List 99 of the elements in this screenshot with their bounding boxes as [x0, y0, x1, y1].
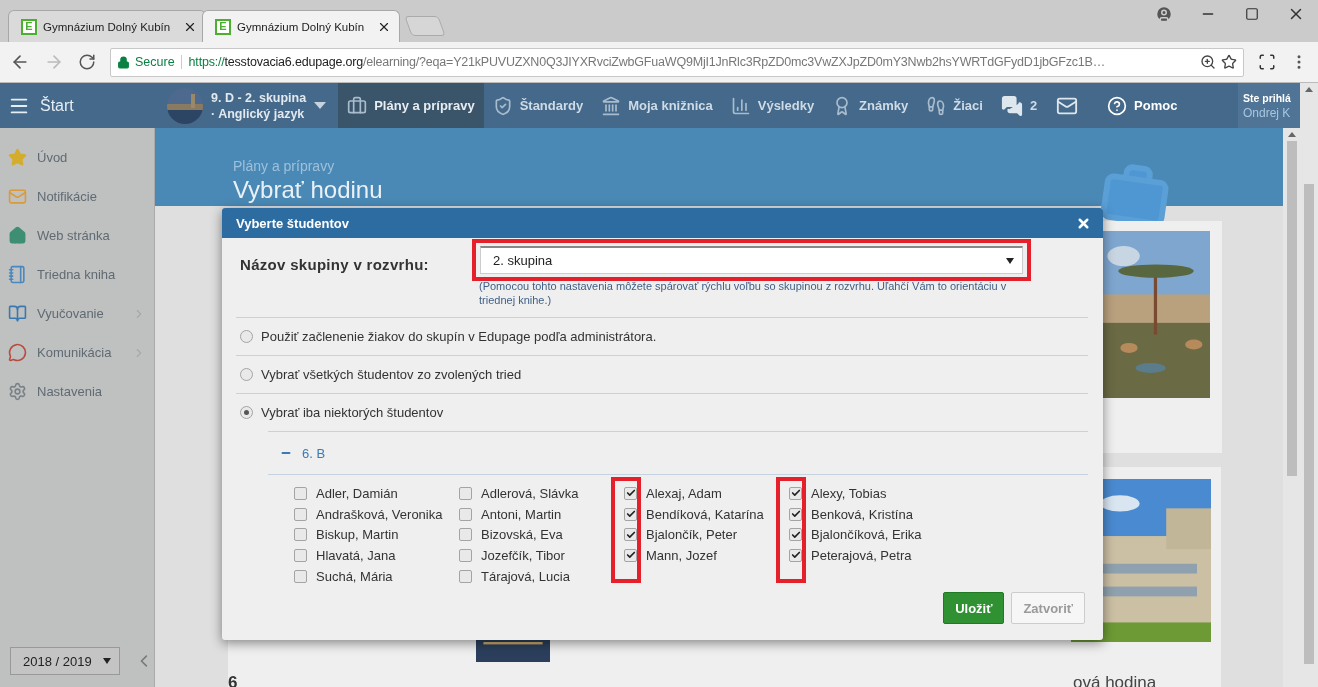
- close-button[interactable]: Zatvoriť: [1011, 592, 1085, 625]
- envelope-icon: [8, 187, 27, 206]
- option-label: Použiť začlenenie žiakov do skupín v Edupage podľa administrátora.: [261, 329, 657, 344]
- checkbox[interactable]: [789, 507, 802, 521]
- caret-icon: [1006, 257, 1014, 264]
- scrollbar[interactable]: [1300, 83, 1318, 687]
- radio-button[interactable]: [240, 368, 253, 381]
- zoom-icon[interactable]: [1200, 54, 1216, 70]
- hint-text: (Pomocou tohto nastavenia môžete spárovať rýchlu voľbu so skupinou z rozvrhu. Uľahčí Vám to orientáciu v triednej knihe.): [478, 279, 1008, 307]
- option-label: Vybrať všetkých študentov zo zvolených tried: [261, 367, 522, 382]
- student-name: Adlerová, Slávka: [481, 485, 579, 501]
- radio-button[interactable]: [240, 406, 253, 419]
- pillared-building-icon: [601, 95, 622, 116]
- checkbox[interactable]: [294, 569, 307, 583]
- gear-icon: [8, 382, 27, 401]
- help-icon: [1107, 95, 1128, 116]
- student-name: Antoni, Martin: [481, 506, 562, 522]
- nav-item[interactable]: Žiaci: [917, 83, 992, 128]
- checkbox[interactable]: [624, 486, 637, 500]
- notebook-icon: [8, 265, 27, 284]
- reload-icon[interactable]: [78, 53, 96, 71]
- browser-tab[interactable]: E Gymnázium Dolný Kubín: [202, 10, 400, 42]
- checkbox[interactable]: [459, 528, 472, 542]
- student-name: Benková, Kristína: [811, 506, 913, 522]
- nav-item[interactable]: Plány a prípravy: [338, 83, 484, 128]
- scroll-up-icon[interactable]: [1287, 132, 1296, 137]
- school-year-select[interactable]: 2018 / 2019: [10, 647, 121, 675]
- caret-icon: [314, 102, 327, 109]
- checkbox[interactable]: [459, 486, 472, 500]
- sidebar-item[interactable]: Triedna kniha: [0, 255, 154, 294]
- star-icon[interactable]: [1221, 54, 1237, 70]
- nav-item[interactable]: Moja knižnica: [592, 83, 722, 128]
- checkbox[interactable]: [624, 528, 637, 542]
- sidebar-item[interactable]: Komunikácia: [0, 333, 154, 372]
- student-name: Suchá, Mária: [316, 568, 393, 584]
- speech-bubble-icon: [8, 343, 27, 362]
- checkbox[interactable]: [624, 548, 637, 562]
- favicon: E: [215, 18, 231, 35]
- option-label: Vybrať iba niektorých študentov: [261, 405, 444, 420]
- group-select[interactable]: 2. skupina: [480, 246, 1023, 274]
- student-name: Jozefčík, Tibor: [481, 547, 565, 563]
- page-title: Vybrať hodinu: [233, 176, 384, 204]
- sidebar-item[interactable]: Nastavenia: [0, 372, 154, 411]
- dialog-header: Vyberte študentov: [222, 208, 1103, 238]
- checkbox[interactable]: [789, 548, 802, 562]
- star-icon: [8, 148, 27, 167]
- checkbox[interactable]: [789, 486, 802, 500]
- class-name[interactable]: 6. B: [302, 445, 326, 461]
- favicon: E: [21, 18, 37, 35]
- lock-icon: [117, 55, 130, 69]
- checkbox[interactable]: [294, 486, 307, 500]
- student-name: Peterajová, Petra: [811, 547, 912, 563]
- checkbox[interactable]: [294, 507, 307, 521]
- chat-bubbles-icon: [1000, 94, 1023, 117]
- briefcase-icon: [347, 95, 368, 116]
- checkbox[interactable]: [789, 528, 802, 542]
- sidebar-item[interactable]: Vyučovanie: [0, 294, 154, 333]
- messages-button[interactable]: 2: [991, 83, 1047, 128]
- checkbox[interactable]: [294, 548, 307, 562]
- bar-chart-icon: [730, 95, 751, 116]
- sidebar-item[interactable]: Notifikácie: [0, 177, 154, 216]
- profile-icon[interactable]: [1155, 5, 1173, 23]
- field-label: Názov skupiny v rozvrhu:: [239, 255, 430, 275]
- save-button[interactable]: Uložiť: [943, 592, 1005, 625]
- page-subtitle: Plány a prípravy: [233, 158, 336, 174]
- nav-item[interactable]: Štandardy: [483, 83, 593, 128]
- help-button[interactable]: Pomoc: [1098, 83, 1187, 128]
- start-menu-button[interactable]: Štart: [0, 83, 155, 128]
- open-book-icon: [8, 304, 27, 323]
- student-name: Adler, Damián: [316, 485, 398, 501]
- course-selector[interactable]: 9. D - 2. skupina · Anglický jazyk: [155, 83, 339, 128]
- sidebar-item[interactable]: Úvod: [0, 138, 154, 177]
- maximize-icon[interactable]: [1245, 7, 1259, 21]
- student-name: Bjalončík, Peter: [646, 527, 738, 543]
- student-name: Alexaj, Adam: [646, 485, 722, 501]
- student-name: Bjalončíková, Erika: [811, 527, 922, 543]
- caret-icon: [103, 658, 112, 664]
- checkbox[interactable]: [459, 507, 472, 521]
- checkbox[interactable]: [294, 528, 307, 542]
- address-field[interactable]: Secure https://tesstovacia6.edupage.org/elearning/?eqa=Y21kPUVUZXN0Q3JIYXRvciZwbGFuaWQ9MjI1JnRlc3RpZD0mc3VwZXJpZD0mY3Nwb2hsYWRTdGFydD1jbGFzc1B…: [110, 47, 1244, 77]
- student-name: Hlavatá, Jana: [316, 547, 396, 563]
- house-icon: [8, 226, 27, 245]
- nav-item[interactable]: Známky: [823, 83, 918, 128]
- sidebar-item[interactable]: Web stránka: [0, 216, 154, 255]
- student-name: Alexy, Tobias: [811, 485, 887, 501]
- student-name: Tárajová, Lucia: [481, 568, 570, 584]
- nav-item[interactable]: Výsledky: [721, 83, 824, 128]
- radio-button[interactable]: [240, 330, 253, 343]
- scroll-up-icon[interactable]: [1305, 87, 1313, 92]
- student-name: Bendíková, Katarína: [646, 506, 764, 522]
- user-panel[interactable]: Ste prihlá Ondrej K: [1238, 83, 1300, 128]
- checkbox[interactable]: [624, 507, 637, 521]
- student-name: Biskup, Martin: [316, 527, 399, 543]
- student-name: Andrašková, Veronika: [316, 506, 443, 522]
- checkbox[interactable]: [459, 548, 472, 562]
- scrollbar[interactable]: [1283, 128, 1300, 687]
- student-name: Mann, Jozef: [646, 547, 717, 563]
- checkbox[interactable]: [459, 569, 472, 583]
- student-name: Bizovská, Eva: [481, 527, 563, 543]
